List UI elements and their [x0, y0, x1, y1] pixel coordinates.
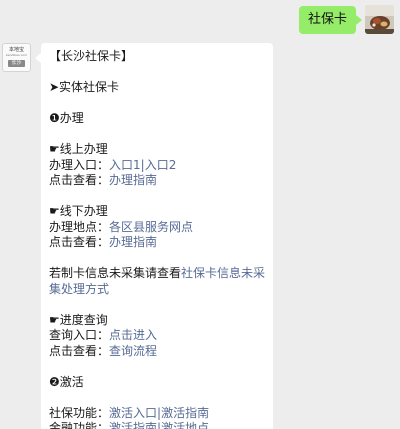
social-function-row: 社保功能：激活入口|激活指南 [49, 406, 273, 422]
bot-avatar-brand-sub: bendibao.com [5, 53, 28, 57]
finance-function-label: 金融功能： [49, 421, 110, 429]
outgoing-message-text: 社保卡 [307, 12, 347, 27]
finance-activate-guide-link[interactable]: 激活指南 [109, 421, 157, 429]
bot-avatar[interactable]: 本地宝 bendibao.com 长沙 [2, 43, 31, 72]
progress-entry-label: 查询入口： [49, 328, 110, 342]
section-physical-card: ➤实体社保卡 [49, 80, 120, 94]
finance-function-row: 金融功能：激活指南|激活地点 [49, 421, 273, 429]
online-entry-link-2[interactable]: 入口2 [145, 158, 177, 172]
user-avatar-image [365, 5, 394, 34]
online-view-label: 点击查看： [49, 173, 110, 187]
online-view-row: 点击查看：办理指南 [49, 173, 273, 189]
handle-heading: ❶办理 [49, 111, 84, 125]
offline-place-label: 办理地点： [49, 219, 110, 234]
message-title: 【长沙社保卡】 [49, 49, 134, 63]
offline-heading: ☛线下办理 [49, 204, 108, 218]
social-activate-entry-link[interactable]: 激活入口 [109, 406, 157, 420]
incoming-message-bubble: 【长沙社保卡】 ➤实体社保卡 ❶办理 ☛线上办理 办理入口：入口1|入口2 点击… [35, 43, 273, 429]
uncollected-text: 若制卡信息未采集请查看 [49, 266, 182, 280]
outgoing-message-row: 社保卡 [298, 5, 394, 34]
online-entry-row: 办理入口：入口1|入口2 [49, 158, 273, 174]
progress-heading: ☛进度查询 [49, 312, 108, 327]
progress-view-row: 点击查看：查询流程 [49, 344, 273, 360]
user-avatar[interactable] [365, 5, 394, 34]
chat-screen: 社保卡 本地宝 bendibao.com 长沙 【长沙社保卡】 ➤实体社保卡 ❶… [0, 0, 400, 429]
online-guide-link[interactable]: 办理指南 [109, 173, 157, 187]
finance-activate-place-link[interactable]: 激活地点 [161, 421, 209, 429]
offline-view-label: 点击查看： [49, 235, 110, 249]
online-entry-label: 办理入口： [49, 157, 110, 172]
offline-guide-link[interactable]: 办理指南 [109, 235, 157, 249]
outgoing-message-bubble[interactable]: 社保卡 [298, 6, 363, 34]
incoming-message-row: 本地宝 bendibao.com 长沙 【长沙社保卡】 ➤实体社保卡 ❶办理 ☛… [2, 43, 273, 429]
service-outlets-link[interactable]: 各区县服务网点 [109, 220, 193, 234]
offline-place-row: 办理地点：各区县服务网点 [49, 220, 273, 236]
bot-avatar-city: 长沙 [8, 60, 25, 67]
uncollected-paragraph: 若制卡信息未采集请查看社保卡信息未采集处理方式 [49, 266, 273, 297]
online-heading: ☛线上办理 [49, 142, 108, 156]
online-entry-link-1[interactable]: 入口1 [109, 158, 141, 172]
social-activate-guide-link[interactable]: 激活指南 [161, 406, 209, 420]
progress-flow-link[interactable]: 查询流程 [109, 344, 157, 358]
progress-entry-link[interactable]: 点击进入 [109, 328, 157, 342]
activate-heading: ❷激活 [49, 374, 84, 389]
progress-entry-row: 查询入口：点击进入 [49, 328, 273, 344]
social-function-label: 社保功能： [49, 405, 110, 420]
progress-view-label: 点击查看： [49, 343, 110, 358]
offline-view-row: 点击查看：办理指南 [49, 235, 273, 251]
